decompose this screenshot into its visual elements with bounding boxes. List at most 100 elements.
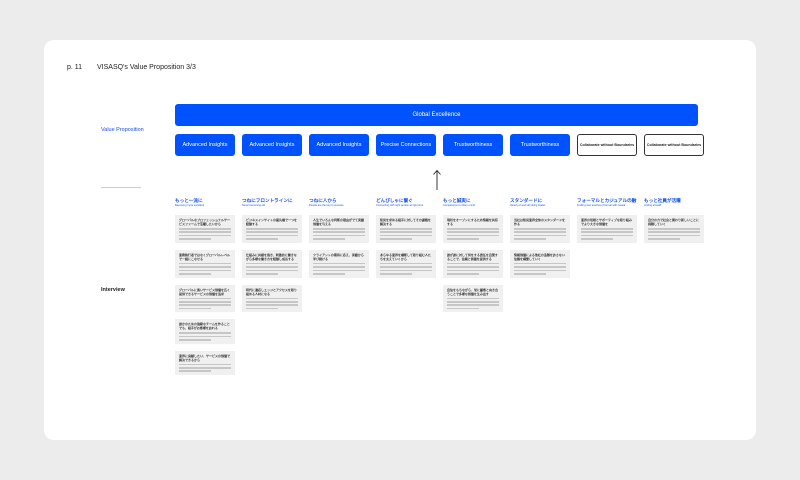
interview-card: クライアントの期待に応え、実績から学び続ける xyxy=(309,249,369,278)
text-line xyxy=(447,300,499,303)
text-line xyxy=(313,266,365,268)
text-line xyxy=(179,262,231,265)
interview-card: 自分の力で社会と関わり新しいことに挑戦していく xyxy=(644,215,704,243)
text-line xyxy=(447,262,499,265)
text-line xyxy=(447,234,499,237)
text-line xyxy=(380,272,413,275)
card-title: 自分の力で社会と関わり新しいことに挑戦していく xyxy=(648,218,700,226)
text-line xyxy=(380,266,432,268)
text-line xyxy=(246,269,298,272)
text-line xyxy=(246,300,298,303)
text-line xyxy=(313,238,346,240)
text-line xyxy=(447,238,480,240)
text-line xyxy=(447,266,499,268)
text-line xyxy=(380,269,432,272)
text-line xyxy=(179,234,231,237)
value-box: Advanced Insights xyxy=(175,134,235,156)
interview-column: 人生でいろんな判断の理由がでて実績価値を与えるクライアントの期待に応え、実績から… xyxy=(309,215,369,278)
interview-cards: グローバルなプロフェッショナルサービスファームで活躍したいから 業務執行者ではなく… xyxy=(175,215,704,376)
global-excellence-bar: Global Excellence xyxy=(175,104,698,126)
interview-card: 誰が誰に対して何をする責任を自覚することで、信頼と価値を提供する xyxy=(443,249,503,278)
text-line xyxy=(581,228,633,230)
text-line xyxy=(447,231,499,233)
column-header: もっと社員が活躍 Uniting all staff xyxy=(644,198,704,208)
text-line xyxy=(179,228,231,230)
interview-card: 仕組みに共感を抱き、刺激的に働きながら多様な働き方を経験し成長する xyxy=(242,249,302,278)
text-line xyxy=(447,297,499,300)
value-box: Trustworthiness xyxy=(510,134,570,156)
interview-column: 当社は知見業界全体のスタンダードを作る 情報価値による他社の追随を許さない信頼を構… xyxy=(510,215,570,278)
text-line xyxy=(179,300,231,303)
text-line xyxy=(179,269,231,272)
column-header: つねに人から People are the key to success xyxy=(309,198,369,208)
text-line xyxy=(179,363,231,366)
text-line xyxy=(380,234,432,237)
value-proposition-label: Value Proposition xyxy=(101,127,144,133)
text-line xyxy=(581,234,633,237)
text-line xyxy=(514,262,566,265)
text-line xyxy=(179,304,231,306)
interview-card: 現状をオープンにするため情報を共有する xyxy=(443,215,503,243)
card-title: 情報価値による他社の追随を許さない信頼を構築していく xyxy=(514,252,565,261)
column-subtitle: Variety of and still doing leader xyxy=(510,204,546,207)
text-line xyxy=(313,262,365,265)
text-line xyxy=(179,335,231,338)
card-title: クライアントの期待に応え、実績から学び続ける xyxy=(313,252,364,261)
text-line xyxy=(246,266,298,268)
interview-card: 情報価値による他社の追随を許さない信頼を構築していく xyxy=(510,249,570,278)
interview-card: 業界の垣根とサポーティブな取り組みでより大きな価値を xyxy=(577,215,637,243)
text-line xyxy=(179,367,231,369)
column-subtitle: People are the key to success xyxy=(309,204,344,207)
text-line xyxy=(246,297,298,300)
text-line xyxy=(581,238,614,240)
column-header: もっと一流に Becoming more excellent xyxy=(175,198,235,208)
interview-column: 現状をオープンにするため情報を共有する誰が誰に対して何をする責任を自覚することで… xyxy=(443,215,503,313)
interview-card: あらゆる業界を横断して取り組む人たちを支えていくから xyxy=(376,249,436,278)
text-line xyxy=(514,238,547,240)
column-subtitle: Never becoming old xyxy=(242,204,266,207)
column-subtitle: Connecting with right person at right ti… xyxy=(376,204,424,207)
page-number: p. 11 xyxy=(67,64,83,71)
card-title: 現状をオープンにするため情報を共有する xyxy=(447,218,498,226)
card-title: 業務執行者ではなくグローバルレベルで一緒にこなせる xyxy=(179,252,230,261)
interview-label: Interview xyxy=(101,287,125,293)
interview-card: 誰かのための強靭なチームを作ることでも、相手がお客様を訪れる xyxy=(175,319,235,344)
interview-column: 知見を求める相手に対してその課題を解決する あらゆる業界を横断して取り組む人たちを… xyxy=(376,215,436,278)
text-line xyxy=(179,231,231,233)
column-subtitle: Finding new touches of formal with casua… xyxy=(577,204,626,207)
text-line xyxy=(179,370,212,373)
card-title: 仕組みに共感を抱き、刺激的に働きながら多様な働き方を経験し成長する xyxy=(246,252,297,261)
interview-card: 業界に貢献したい、サービスの価値で解決できるから xyxy=(175,350,235,376)
value-box: Advanced Insights xyxy=(309,134,369,156)
interview-column: 業界の垣根とサポーティブな取り組みでより大きな価値を xyxy=(577,215,637,243)
interview-card: 当社は知見業界全体のスタンダードを作る xyxy=(510,215,570,243)
interview-card: 業務執行者ではなくグローバルレベルで一緒にこなせる xyxy=(175,249,235,278)
text-line xyxy=(246,262,298,265)
column-header: どんぴしゃに繋ぐ Connecting with right person at … xyxy=(376,198,436,208)
text-line xyxy=(581,231,633,233)
text-line xyxy=(447,269,499,272)
card-title: 自信をもちながら、常に顧客と向き合うことで多様な価値を生み出す xyxy=(447,287,499,296)
text-line xyxy=(514,234,566,237)
text-line xyxy=(648,238,681,240)
text-line xyxy=(514,228,566,230)
text-line xyxy=(514,266,566,268)
value-box: Collaborate without Boundaries xyxy=(644,134,704,156)
column-header: つねにフロントラインに Never becoming old xyxy=(242,198,302,208)
page-title: VISASQ's Value Proposition 3/3 xyxy=(97,64,196,71)
card-title: グローバルに高いサービス価値を広く提供できるサービスの価値を追求 xyxy=(179,287,230,296)
text-line xyxy=(246,272,279,275)
section-divider xyxy=(101,187,141,188)
card-title: 当社は知見業界全体のスタンダードを作る xyxy=(514,218,566,226)
interview-card: 人生でいろんな判断の理由がでて実績価値を与える xyxy=(309,215,369,243)
card-title: 業界の垣根とサポーティブな取り組みでより大きな価値を xyxy=(581,218,632,226)
text-line xyxy=(246,228,298,230)
text-line xyxy=(447,304,499,306)
card-title: グローバルなプロフェッショナルサービスファームで活躍したいから xyxy=(179,218,230,226)
text-line xyxy=(313,231,365,233)
text-line xyxy=(514,269,566,272)
text-line xyxy=(179,332,231,334)
card-title: ビジネスインサイトの最先端で一つを経験する xyxy=(246,218,298,226)
interview-card: 自信をもちながら、常に顧客と向き合うことで多様な価値を生み出す xyxy=(443,284,503,313)
text-line xyxy=(380,228,432,230)
